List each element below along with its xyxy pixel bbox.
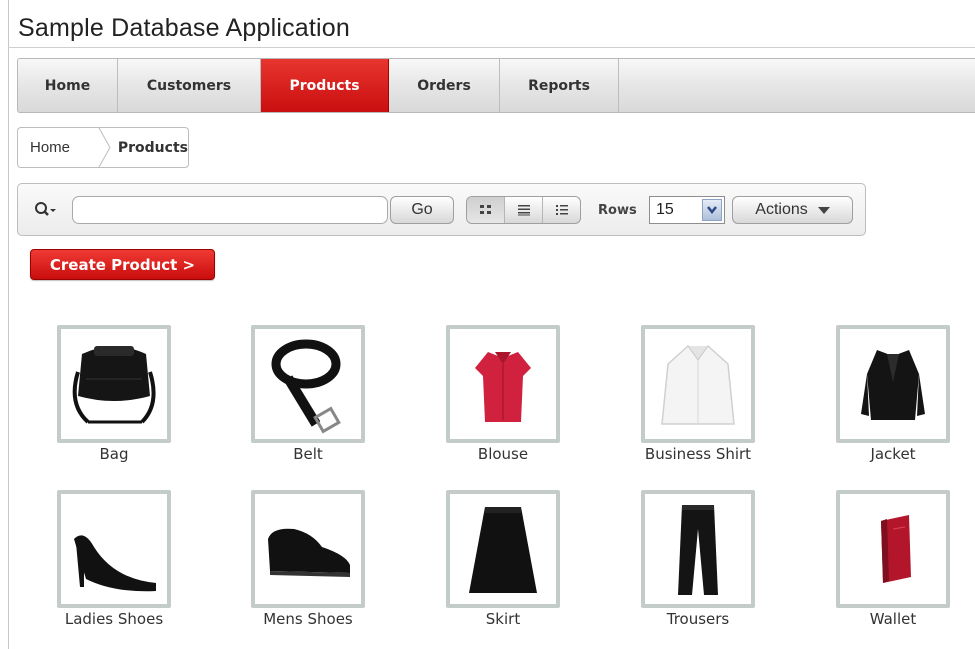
actions-label: Actions [755, 201, 808, 218]
go-button[interactable]: Go [390, 196, 454, 224]
breadcrumb-separator-icon [98, 128, 112, 167]
tab-products[interactable]: Products [261, 59, 389, 112]
page-left-border [8, 0, 9, 649]
breadcrumb: Home Products [17, 127, 189, 168]
tab-customers[interactable]: Customers [118, 59, 261, 112]
product-name[interactable]: Belt [226, 445, 390, 463]
detail-view-button[interactable] [543, 197, 580, 223]
ladies-shoes-image[interactable] [57, 490, 171, 608]
grid-icon [479, 205, 491, 214]
rows-label: Rows [598, 203, 637, 218]
mens-shoes-image[interactable] [251, 490, 365, 608]
product-name[interactable]: Wallet [811, 610, 975, 628]
product-card[interactable]: Wallet [811, 490, 971, 640]
rows-select[interactable]: 15 [649, 196, 725, 224]
view-mode-group [466, 196, 581, 224]
main-tab-bar: Home Customers Products Orders Reports [17, 58, 975, 113]
product-name[interactable]: Trousers [616, 610, 780, 628]
app-title: Sample Database Application [18, 14, 350, 42]
breadcrumb-current: Products [117, 139, 188, 156]
search-input[interactable] [72, 196, 388, 224]
actions-menu-button[interactable]: Actions [732, 196, 853, 224]
jacket-image[interactable] [836, 325, 950, 443]
product-card[interactable]: Jacket [811, 325, 971, 475]
product-card[interactable]: Trousers [616, 490, 776, 640]
tab-home[interactable]: Home [18, 59, 118, 112]
product-name[interactable]: Blouse [421, 445, 585, 463]
product-name[interactable]: Skirt [421, 610, 585, 628]
product-card[interactable]: Mens Shoes [226, 490, 386, 640]
product-card[interactable]: Belt [226, 325, 386, 475]
rows-select-value: 15 [656, 201, 674, 218]
product-card[interactable]: Blouse [421, 325, 581, 475]
skirt-image[interactable] [446, 490, 560, 608]
product-card[interactable]: Ladies Shoes [32, 490, 192, 640]
create-product-button[interactable]: Create Product > [30, 249, 215, 280]
list-icon [517, 205, 530, 216]
trousers-image[interactable] [641, 490, 755, 608]
bag-image[interactable] [57, 325, 171, 443]
breadcrumb-home-link[interactable]: Home [18, 139, 98, 156]
product-card[interactable]: Skirt [421, 490, 581, 640]
product-name[interactable]: Bag [32, 445, 196, 463]
title-divider [8, 47, 975, 48]
report-toolbar: Go Rows 15 Actions [17, 183, 866, 236]
product-name[interactable]: Jacket [811, 445, 975, 463]
tab-orders[interactable]: Orders [389, 59, 500, 112]
caret-down-icon [817, 206, 830, 214]
product-card[interactable]: Business Shirt [616, 325, 776, 475]
tab-reports[interactable]: Reports [500, 59, 619, 112]
business-shirt-image[interactable] [641, 325, 755, 443]
belt-image[interactable] [251, 325, 365, 443]
product-name[interactable]: Ladies Shoes [32, 610, 196, 628]
search-icon[interactable] [34, 201, 58, 219]
detail-list-icon [555, 205, 568, 215]
product-name[interactable]: Business Shirt [616, 445, 780, 463]
product-name[interactable]: Mens Shoes [226, 610, 390, 628]
chevron-down-icon[interactable] [702, 199, 722, 221]
blouse-image[interactable] [446, 325, 560, 443]
wallet-image[interactable] [836, 490, 950, 608]
icon-view-button[interactable] [467, 197, 505, 223]
report-view-button[interactable] [505, 197, 543, 223]
product-card[interactable]: Bag [32, 325, 192, 475]
